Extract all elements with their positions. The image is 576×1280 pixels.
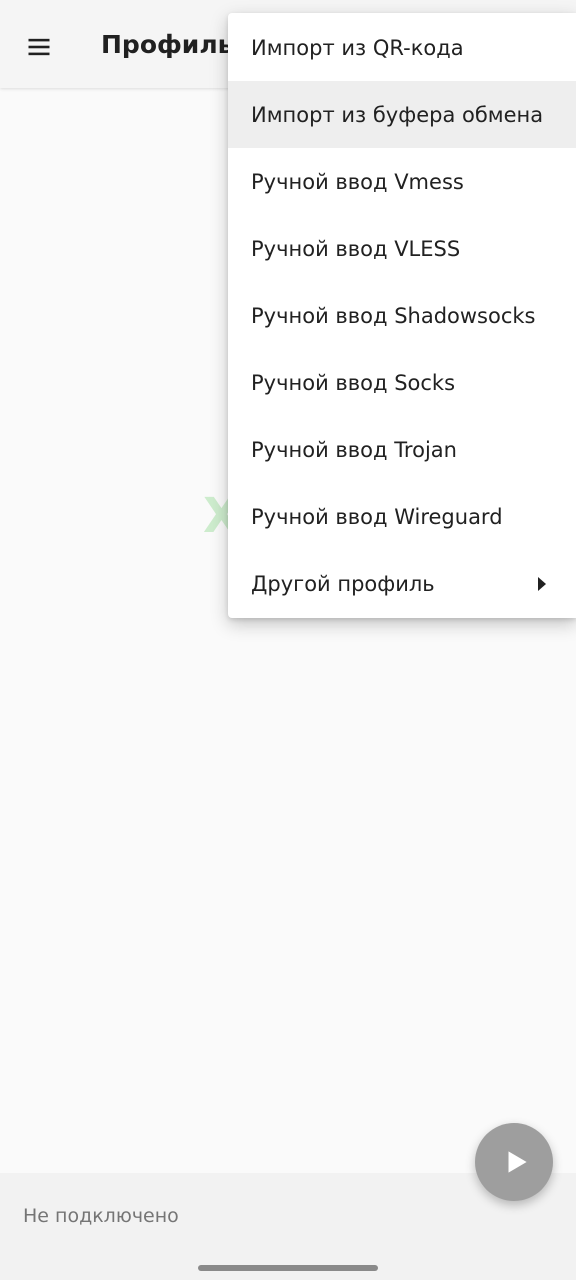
- menu-item-manual-vmess[interactable]: Ручной ввод Vmess: [228, 148, 576, 215]
- menu-item-manual-shadowsocks[interactable]: Ручной ввод Shadowsocks: [228, 282, 576, 349]
- menu-item-other-profile[interactable]: Другой профиль: [228, 550, 576, 617]
- menu-item-label: Ручной ввод Socks: [251, 370, 456, 395]
- menu-item-label: Ручной ввод VLESS: [251, 236, 461, 261]
- menu-item-manual-wireguard[interactable]: Ручной ввод Wireguard: [228, 483, 576, 550]
- menu-item-label: Ручной ввод Shadowsocks: [251, 303, 536, 328]
- menu-item-import-clipboard[interactable]: Импорт из буфера обмена: [228, 81, 576, 148]
- play-icon: [508, 1151, 527, 1173]
- page-title: Профиль: [101, 30, 234, 59]
- connect-fab-button[interactable]: [475, 1123, 553, 1201]
- navigation-drawer-button[interactable]: [16, 24, 62, 70]
- menu-item-manual-trojan[interactable]: Ручной ввод Trojan: [228, 416, 576, 483]
- menu-item-label: Импорт из QR-кода: [251, 35, 464, 60]
- gesture-navigation-handle[interactable]: [198, 1265, 378, 1271]
- menu-item-label: Ручной ввод Wireguard: [251, 504, 503, 529]
- menu-item-label: Ручной ввод Trojan: [251, 437, 457, 462]
- submenu-arrow-icon: [538, 576, 546, 591]
- connection-status-text: Не подключено: [23, 1205, 179, 1227]
- menu-item-manual-socks[interactable]: Ручной ввод Socks: [228, 349, 576, 416]
- menu-item-label: Другой профиль: [251, 571, 435, 596]
- screen: Профиль XSS.is Импорт из QR-кода Импорт …: [0, 0, 576, 1280]
- menu-item-label: Импорт из буфера обмена: [251, 102, 544, 127]
- menu-item-label: Ручной ввод Vmess: [251, 169, 464, 194]
- menu-item-import-qr[interactable]: Импорт из QR-кода: [228, 14, 576, 81]
- hamburger-menu-icon: [28, 38, 50, 56]
- menu-item-manual-vless[interactable]: Ручной ввод VLESS: [228, 215, 576, 282]
- add-profile-dropdown-menu: Импорт из QR-кода Импорт из буфера обмен…: [228, 13, 576, 618]
